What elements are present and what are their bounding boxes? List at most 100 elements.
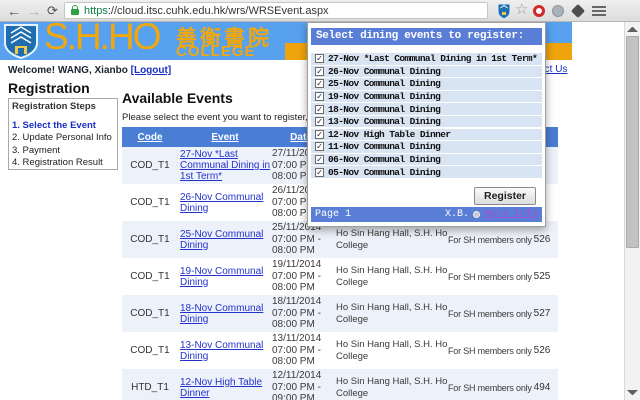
popup-event-label: 06-Nov Communal Dining (328, 154, 441, 165)
popup-event-label: 11-Nov Communal Dining (328, 141, 441, 153)
table-row: COD_T1 13-Nov Communal Dining 13/11/2014… (122, 332, 558, 369)
popup-event-item[interactable]: 11-Nov Communal Dining (311, 141, 542, 153)
checkbox-checked-icon[interactable] (315, 66, 324, 76)
url-text[interactable]: https://cloud.itsc.cuhk.edu.hk/wrs/WRSEv… (84, 5, 329, 17)
register-button[interactable]: Register (473, 187, 536, 205)
event-venue: Ho Sin Hang Hall, S.H. Ho College (336, 228, 448, 251)
more-info-link[interactable]: More Info (484, 209, 538, 220)
popup-event-item[interactable]: 27-Nov *Last Communal Dining in 1st Term… (311, 53, 542, 65)
event-remark: For SH members only (448, 234, 532, 245)
browser-toolbar: ← → ⟳ https://cloud.itsc.cuhk.edu.hk/wrs… (0, 0, 640, 22)
event-venue: Ho Sin Hang Hall, S.H. Ho College (336, 376, 448, 399)
event-link[interactable]: 19-Nov Communal Dining (180, 266, 263, 288)
event-date: 25/11/2014 07:00 PM - 08:00 PM (272, 222, 322, 257)
event-code: COD_T1 (130, 271, 170, 282)
college-name-text: S.H.HO (44, 16, 161, 57)
dark-extension-icon[interactable] (570, 3, 586, 19)
event-remark: For SH members only (448, 308, 532, 319)
chrome-menu-icon[interactable] (592, 6, 606, 16)
sidebar-step-select-event[interactable]: 1. Select the Event (12, 120, 112, 132)
logout-link[interactable]: [Logout] (131, 65, 172, 76)
reload-icon[interactable]: ⟳ (47, 1, 58, 21)
scroll-up-icon[interactable] (627, 27, 638, 32)
event-code: COD_T1 (130, 345, 170, 356)
page-scrollbar[interactable] (624, 22, 640, 400)
url-scheme: https (84, 4, 108, 17)
steps-box-title: Registration Steps (12, 101, 96, 112)
checkbox-checked-icon[interactable] (315, 142, 324, 152)
event-venue: Ho Sin Hang Hall, S.H. Ho College (336, 339, 448, 362)
popup-event-item[interactable]: 06-Nov Communal Dining (311, 153, 542, 166)
popup-event-item[interactable]: 12-Nov High Table Dinner (311, 128, 542, 141)
college-extension-icon[interactable] (497, 3, 511, 19)
event-quota: 527 (533, 308, 551, 319)
popup-page-label: Page 1 (315, 209, 352, 220)
event-link[interactable]: 27-Nov *Last Communal Dining in 1st Term… (180, 149, 270, 182)
adblock-extension-icon[interactable] (533, 5, 545, 17)
table-row: HTD_T1 12-Nov High Table Dinner 12/11/20… (122, 369, 558, 400)
popup-event-list: 27-Nov *Last Communal Dining in 1st Term… (311, 53, 542, 179)
event-link[interactable]: 13-Nov Communal Dining (180, 340, 263, 362)
scroll-down-icon[interactable] (627, 390, 638, 395)
event-date: 19/11/2014 07:00 PM - 08:00 PM (272, 259, 322, 294)
event-quota: 526 (533, 345, 551, 356)
registration-heading: Registration (8, 80, 90, 96)
url-rest: ://cloud.itsc.cuhk.edu.hk/wrs/WRSEvent.a… (107, 4, 329, 17)
popup-event-item[interactable]: 05-Nov Communal Dining (311, 166, 542, 178)
registration-steps-box: Registration Steps 1. Select the Event 2… (8, 98, 118, 170)
available-events-heading: Available Events (122, 90, 233, 106)
welcome-text: Welcome! WANG, Xianbo (8, 65, 128, 76)
globe-extension-icon[interactable] (552, 5, 564, 17)
event-date: 13/11/2014 07:00 PM - 08:00 PM (272, 333, 322, 368)
welcome-line: Welcome! WANG, Xianbo [Logout] (8, 65, 171, 76)
event-link[interactable]: 25-Nov Communal Dining (180, 229, 263, 251)
popup-event-item[interactable]: 19-Nov Communal Dining (311, 90, 542, 103)
back-icon[interactable]: ← (7, 1, 21, 21)
checkbox-checked-icon[interactable] (315, 117, 324, 127)
forward-icon[interactable]: → (27, 1, 41, 21)
checkbox-checked-icon[interactable] (315, 92, 324, 102)
address-bar[interactable]: https://cloud.itsc.cuhk.edu.hk/wrs/WRSEv… (64, 2, 488, 19)
popup-title: Select dining events to register: (311, 28, 542, 45)
scrollbar-thumb[interactable] (626, 36, 639, 248)
sidebar-step-update-info: 2. Update Personal Info (12, 132, 112, 144)
col-header-event[interactable]: Event (178, 132, 272, 143)
checkbox-checked-icon[interactable] (315, 79, 324, 89)
table-row: COD_T1 19-Nov Communal Dining 19/11/2014… (122, 258, 558, 295)
checkbox-checked-icon[interactable] (315, 54, 324, 64)
sidebar-step-payment: 3. Payment (12, 144, 61, 156)
bookmark-star-icon[interactable]: ☆ (515, 0, 528, 20)
popup-event-label: 18-Nov Communal Dining (328, 103, 441, 115)
popup-event-label: 05-Nov Communal Dining (328, 166, 441, 178)
college-logo (2, 23, 40, 60)
event-quota: 525 (533, 271, 551, 282)
event-date: 12/11/2014 07:00 PM - 09:00 PM (272, 370, 322, 400)
col-header-code[interactable]: Code (122, 132, 178, 143)
event-link[interactable]: 12-Nov High Table Dinner (180, 377, 262, 399)
event-quota: 526 (533, 234, 551, 245)
event-code: COD_T1 (130, 197, 170, 208)
event-venue: Ho Sin Hang Hall, S.H. Ho College (336, 265, 448, 288)
popup-event-item[interactable]: 25-Nov Communal Dining (311, 78, 542, 90)
popup-event-label: 26-Nov Communal Dining (328, 65, 441, 77)
popup-author-initials: X.B. (444, 209, 469, 220)
dining-events-popup: Select dining events to register: 27-Nov… (307, 22, 546, 227)
popup-event-label: 12-Nov High Table Dinner (328, 128, 451, 140)
popup-footer: Page 1 X.B. More Info (311, 207, 542, 222)
sidebar-step-result: 4. Registration Result (12, 157, 103, 169)
popup-event-item[interactable]: 18-Nov Communal Dining (311, 103, 542, 115)
popup-event-item[interactable]: 13-Nov Communal Dining (311, 115, 542, 128)
checkbox-checked-icon[interactable] (315, 129, 324, 139)
popup-event-item[interactable]: 26-Nov Communal Dining (311, 65, 542, 78)
event-link[interactable]: 18-Nov Communal Dining (180, 303, 263, 325)
checkbox-checked-icon[interactable] (315, 104, 324, 114)
https-lock-icon (71, 5, 79, 15)
checkbox-checked-icon[interactable] (315, 155, 324, 164)
event-code: HTD_T1 (131, 382, 169, 393)
table-row: COD_T1 18-Nov Communal Dining 18/11/2014… (122, 295, 558, 332)
event-code: COD_T1 (130, 234, 170, 245)
event-link[interactable]: 26-Nov Communal Dining (180, 192, 263, 214)
event-code: COD_T1 (130, 308, 170, 319)
college-subtitle: COLLEGE (176, 43, 256, 60)
checkbox-checked-icon[interactable] (315, 167, 324, 177)
